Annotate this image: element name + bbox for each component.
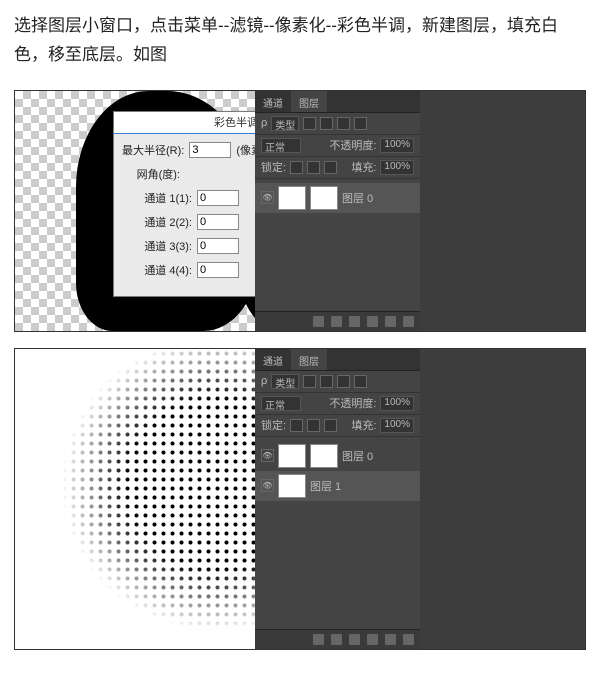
filter-type-label: ρ: [261, 117, 267, 129]
grid-angle-label: 网角(度):: [122, 166, 180, 182]
lock-icon[interactable]: [324, 419, 337, 432]
panel-footer: [255, 629, 420, 649]
mask-icon[interactable]: [331, 634, 342, 645]
fill-label: 填充:: [351, 417, 376, 433]
visibility-icon[interactable]: 👁: [261, 449, 274, 462]
canvas-area: 通道 图层 ρ 类型 正常 不透明度: 100% 锁定:: [15, 349, 585, 649]
lock-label: 锁定:: [261, 159, 286, 175]
filter-icon[interactable]: [303, 117, 316, 130]
filter-type-label: ρ: [261, 375, 267, 387]
trash-icon[interactable]: [403, 634, 414, 645]
visibility-icon[interactable]: 👁: [261, 191, 274, 204]
panel-footer: [255, 311, 420, 331]
tab-layers[interactable]: 图层: [291, 91, 327, 112]
canvas-area: 彩色半调 ✕ 最大半径(R): (像素) 网角(度): 通道 1(1):: [15, 91, 585, 331]
filter-icon[interactable]: [337, 117, 350, 130]
lock-icon[interactable]: [307, 161, 320, 174]
fill-value[interactable]: 100%: [380, 160, 414, 175]
filter-icon[interactable]: [303, 375, 316, 388]
layer-thumbnail[interactable]: [278, 474, 306, 498]
adjustment-icon[interactable]: [367, 316, 378, 327]
layer-name: 图层 0: [342, 448, 373, 464]
opacity-value[interactable]: 100%: [380, 138, 414, 153]
channel2-label: 通道 2(2):: [140, 214, 192, 230]
layer-name: 图层 1: [310, 478, 341, 494]
fill-value[interactable]: 100%: [380, 418, 414, 433]
layer-name: 图层 0: [342, 190, 373, 206]
layer-mask-thumbnail[interactable]: [310, 186, 338, 210]
blend-mode-select[interactable]: 正常: [261, 396, 301, 411]
tab-channels[interactable]: 通道: [255, 91, 291, 112]
screenshot-1: 彩色半调 ✕ 最大半径(R): (像素) 网角(度): 通道 1(1):: [14, 90, 586, 332]
lock-icon[interactable]: [307, 419, 320, 432]
new-layer-icon[interactable]: [385, 316, 396, 327]
tab-channels[interactable]: 通道: [255, 349, 291, 370]
channel3-input[interactable]: [197, 238, 239, 254]
channel4-label: 通道 4(4):: [140, 262, 192, 278]
trash-icon[interactable]: [403, 316, 414, 327]
channel1-label: 通道 1(1):: [140, 190, 192, 206]
lock-icon[interactable]: [290, 161, 303, 174]
screenshot-2: 通道 图层 ρ 类型 正常 不透明度: 100% 锁定:: [14, 348, 586, 650]
lock-icon[interactable]: [290, 419, 303, 432]
visibility-icon[interactable]: 👁: [261, 479, 274, 492]
filter-icon[interactable]: [320, 117, 333, 130]
channel1-input[interactable]: [197, 190, 239, 206]
opacity-value[interactable]: 100%: [380, 396, 414, 411]
opacity-label: 不透明度:: [329, 137, 376, 153]
layer-thumbnail[interactable]: [278, 186, 306, 210]
layer-thumbnail[interactable]: [278, 444, 306, 468]
layer-mask-thumbnail[interactable]: [310, 444, 338, 468]
fx-icon[interactable]: [313, 316, 324, 327]
folder-icon[interactable]: [349, 316, 360, 327]
folder-icon[interactable]: [349, 634, 360, 645]
max-radius-label: 最大半径(R):: [122, 142, 184, 158]
lock-label: 锁定:: [261, 417, 286, 433]
fx-icon[interactable]: [313, 634, 324, 645]
dialog-title: 彩色半调: [214, 114, 258, 130]
mask-icon[interactable]: [331, 316, 342, 327]
channel3-label: 通道 3(3):: [140, 238, 192, 254]
layer-item[interactable]: 👁 图层 0: [255, 441, 420, 471]
blend-mode-select[interactable]: 正常: [261, 138, 301, 153]
lock-icon[interactable]: [324, 161, 337, 174]
filter-icon[interactable]: [337, 375, 350, 388]
channel2-input[interactable]: [197, 214, 239, 230]
max-radius-input[interactable]: [189, 142, 231, 158]
adjustment-icon[interactable]: [367, 634, 378, 645]
tab-layers[interactable]: 图层: [291, 349, 327, 370]
filter-icon[interactable]: [320, 375, 333, 388]
channel4-input[interactable]: [197, 262, 239, 278]
new-layer-icon[interactable]: [385, 634, 396, 645]
filter-type-select[interactable]: 类型: [271, 116, 299, 131]
layers-panel: 通道 图层 ρ 类型 正常 不透明度: 100% 锁定:: [255, 91, 420, 331]
filter-icon[interactable]: [354, 375, 367, 388]
layer-item[interactable]: 👁 图层 1: [255, 471, 420, 501]
opacity-label: 不透明度:: [329, 395, 376, 411]
filter-icon[interactable]: [354, 117, 367, 130]
layers-panel: 通道 图层 ρ 类型 正常 不透明度: 100% 锁定:: [255, 349, 420, 649]
fill-label: 填充:: [351, 159, 376, 175]
layer-item[interactable]: 👁 图层 0: [255, 183, 420, 213]
instruction-text: 选择图层小窗口，点击菜单--滤镜--像素化--彩色半调，新建图层，填充白色，移至…: [0, 0, 600, 82]
filter-type-select[interactable]: 类型: [271, 374, 299, 389]
